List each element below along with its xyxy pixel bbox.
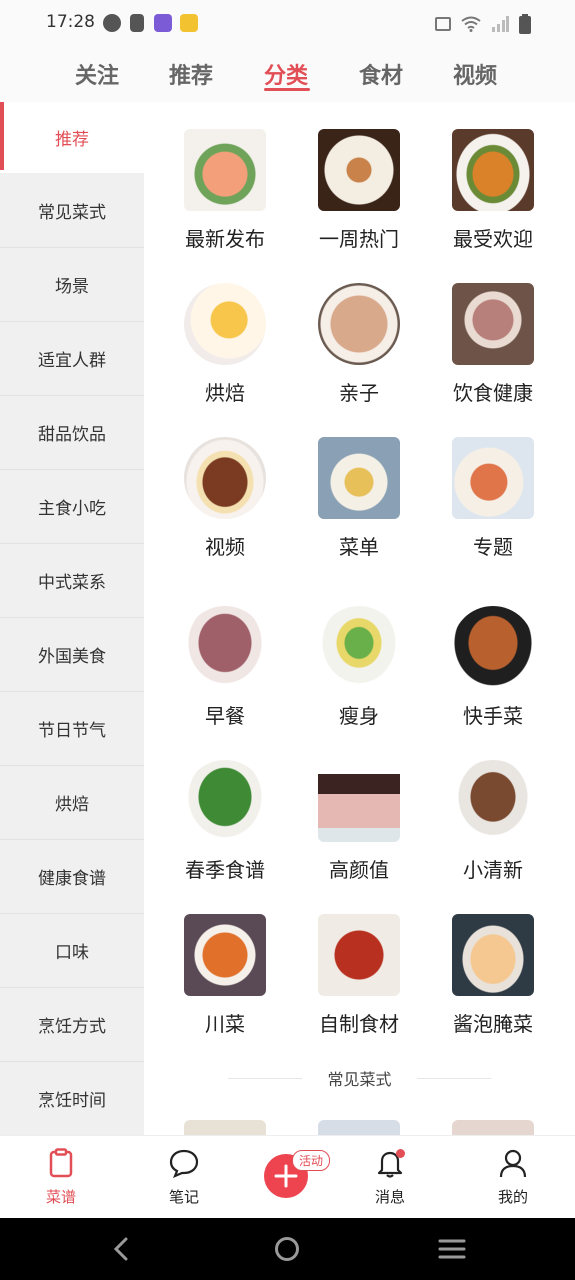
veg-salad-photo [318, 606, 400, 688]
partial-thumb-3 [452, 1120, 534, 1135]
nav-profile[interactable]: 我的 [463, 1136, 563, 1219]
status-time: 17:28 [46, 12, 95, 32]
nav-messages[interactable]: 消息 [340, 1136, 440, 1219]
home-icon[interactable] [274, 1236, 300, 1262]
status-right [435, 14, 531, 34]
bear-buns-photo [318, 283, 400, 365]
check-circle-icon [103, 14, 121, 32]
partial-thumb-1 [184, 1120, 266, 1135]
greens-photo [184, 760, 266, 842]
stew-plate-photo [452, 760, 534, 842]
tab-recommend[interactable]: 推荐 [169, 58, 213, 90]
signal-icon [492, 16, 509, 32]
section-title: 常见菜式 [327, 1070, 392, 1089]
tab-category[interactable]: 分类 [264, 58, 308, 90]
sidebar-item-desserts-drinks[interactable]: 甜品饮品 [0, 396, 144, 470]
recent-apps-icon[interactable] [438, 1238, 466, 1260]
tofu-dish-photo [452, 606, 534, 688]
battery-icon [519, 14, 531, 34]
cake-slice-photo [184, 283, 266, 365]
back-icon[interactable] [110, 1236, 132, 1262]
shield-icon [130, 14, 144, 32]
chat-bubble-icon [169, 1149, 199, 1178]
noodle-plate-photo [318, 129, 400, 211]
tab-ingredients[interactable]: 食材 [359, 58, 403, 90]
status-bar: 17:28 [0, 0, 575, 48]
message-unread-dot [396, 1149, 405, 1158]
sidebar-item-staples-snacks[interactable]: 主食小吃 [0, 470, 144, 544]
person-icon [499, 1149, 527, 1178]
porridge-photo [184, 606, 266, 688]
shrimp-dish-photo [184, 129, 266, 211]
wifi-icon [461, 16, 481, 32]
ribs-plate-photo [184, 437, 266, 519]
braised-dish-photo [452, 129, 534, 211]
spicy-soup-photo [184, 914, 266, 996]
tab-video[interactable]: 视频 [453, 58, 497, 90]
sidebar-item-healthy-recipes[interactable]: 健康食谱 [0, 840, 144, 914]
cake-platter-photo [452, 437, 534, 519]
sidebar-item-recommend[interactable]: 推荐 [0, 102, 144, 173]
sidebar-item-foreign-food[interactable]: 外国美食 [0, 618, 144, 692]
activity-badge: 活动 [292, 1150, 331, 1171]
nav-recipes[interactable]: 菜谱 [11, 1136, 111, 1219]
partial-thumb-2 [318, 1120, 400, 1135]
sidebar-item-festivals[interactable]: 节日节气 [0, 692, 144, 766]
system-nav-bar [0, 1218, 575, 1280]
app-notification-icon [154, 14, 172, 32]
top-tabs: 关注 推荐 分类 食材 视频 [0, 48, 575, 104]
sidebar-item-cooking-method[interactable]: 烹饪方式 [0, 988, 144, 1062]
sidebar-item-cooking-time[interactable]: 烹饪时间 [0, 1062, 144, 1135]
vibrate-icon [435, 17, 451, 31]
congee-bowl-photo [452, 283, 534, 365]
category-grid: 最新发布 一周热门 最受欢迎 烘焙 亲子 饮食健康 视频 菜单 专题 早餐 瘦身… [144, 102, 575, 1135]
category-sidebar[interactable]: 推荐 常见菜式 场景 适宜人群 甜品饮品 主食小吃 中式菜系 外国美食 节日节气… [0, 102, 144, 1135]
sidebar-item-baking[interactable]: 烘焙 [0, 766, 144, 840]
section-divider-right [417, 1078, 491, 1079]
sidebar-item-taste[interactable]: 口味 [0, 914, 144, 988]
active-tab-indicator [264, 88, 310, 91]
sidebar-item-suitable-people[interactable]: 适宜人群 [0, 322, 144, 396]
sidebar-item-scene[interactable]: 场景 [0, 248, 144, 322]
pickled-radish-photo [452, 914, 534, 996]
nav-notes[interactable]: 笔记 [134, 1136, 234, 1219]
sidebar-item-common-dishes[interactable]: 常见菜式 [0, 174, 144, 248]
sidebar-item-chinese-cuisine[interactable]: 中式菜系 [0, 544, 144, 618]
cat-notification-icon [180, 14, 198, 32]
clipboard-icon [49, 1148, 73, 1178]
tab-follow[interactable]: 关注 [75, 58, 119, 90]
jam-jar-photo [318, 914, 400, 996]
soup-bowl-photo [318, 437, 400, 519]
drip-cake-photo [318, 760, 400, 842]
